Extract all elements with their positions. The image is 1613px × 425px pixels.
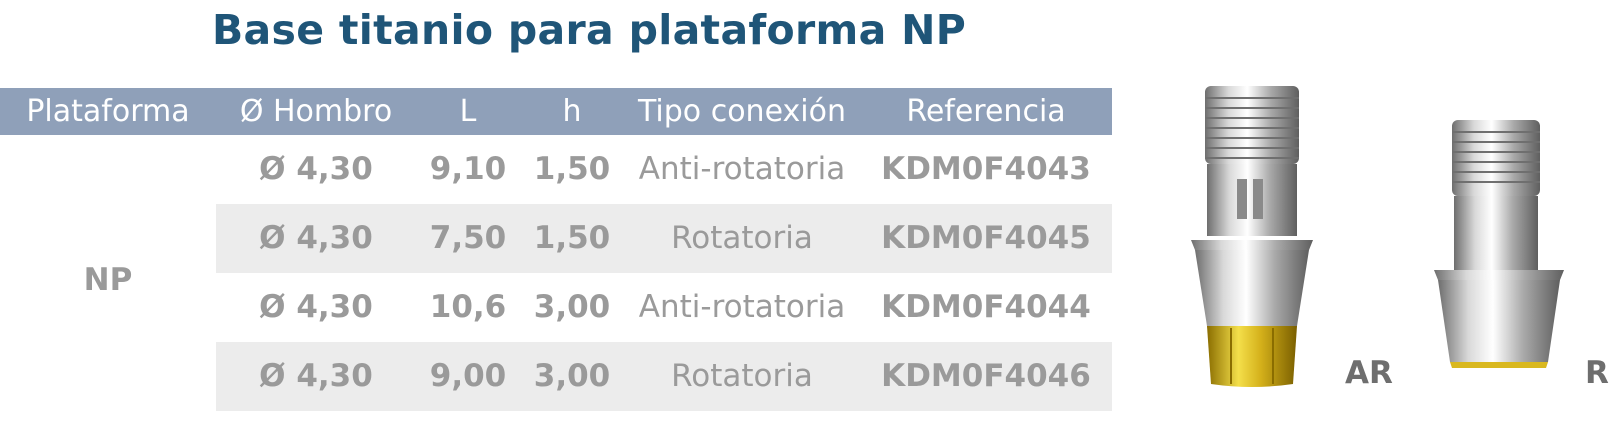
header-h: h	[562, 94, 582, 129]
table-row: Ø 4,30 10,6 3,00 Anti-rotatoria KDM0F404…	[216, 273, 1112, 342]
product-label-r: R	[1585, 355, 1609, 391]
table-row: Ø 4,30 9,00 3,00 Rotatoria KDM0F4046	[216, 342, 1112, 411]
cell-h: 1,50	[533, 220, 611, 256]
cell-h: 3,00	[533, 358, 611, 394]
cell-conexion: Anti-rotatoria	[638, 151, 846, 187]
header-hombro: Ø Hombro	[239, 94, 393, 129]
cell-hombro: Ø 4,30	[259, 220, 373, 256]
cell-l: 7,50	[429, 220, 507, 256]
product-label-ar: AR	[1345, 355, 1393, 391]
page-title: Base titanio para plataforma NP	[212, 6, 967, 54]
cell-referencia: KDM0F4043	[881, 151, 1091, 187]
cell-referencia: KDM0F4044	[881, 289, 1091, 325]
cell-conexion: Rotatoria	[671, 220, 813, 256]
header-referencia: Referencia	[906, 94, 1066, 129]
cell-l: 9,10	[429, 151, 507, 187]
cell-h: 3,00	[533, 289, 611, 325]
cell-hombro: Ø 4,30	[259, 289, 373, 325]
rotational-abutment-image	[1434, 120, 1564, 368]
cell-referencia: KDM0F4045	[881, 220, 1091, 256]
cell-conexion: Anti-rotatoria	[638, 289, 846, 325]
table-row: Ø 4,30 7,50 1,50 Rotatoria KDM0F4045	[216, 204, 1112, 273]
anti-rotational-abutment-image	[1191, 86, 1313, 387]
cell-referencia: KDM0F4046	[881, 358, 1091, 394]
table-row: Ø 4,30 9,10 1,50 Anti-rotatoria KDM0F404…	[216, 135, 1112, 204]
table-header: Plataforma Ø Hombro L h Tipo conexión Re…	[0, 88, 1112, 135]
cell-h: 1,50	[533, 151, 611, 187]
cell-l: 9,00	[429, 358, 507, 394]
cell-conexion: Rotatoria	[671, 358, 813, 394]
header-l: L	[459, 94, 477, 129]
cell-l: 10,6	[429, 289, 507, 325]
cell-hombro: Ø 4,30	[259, 358, 373, 394]
header-tipo-conexion: Tipo conexión	[638, 94, 846, 129]
platform-cell: NP	[83, 262, 133, 298]
cell-hombro: Ø 4,30	[259, 151, 373, 187]
header-plataforma: Plataforma	[26, 94, 190, 129]
